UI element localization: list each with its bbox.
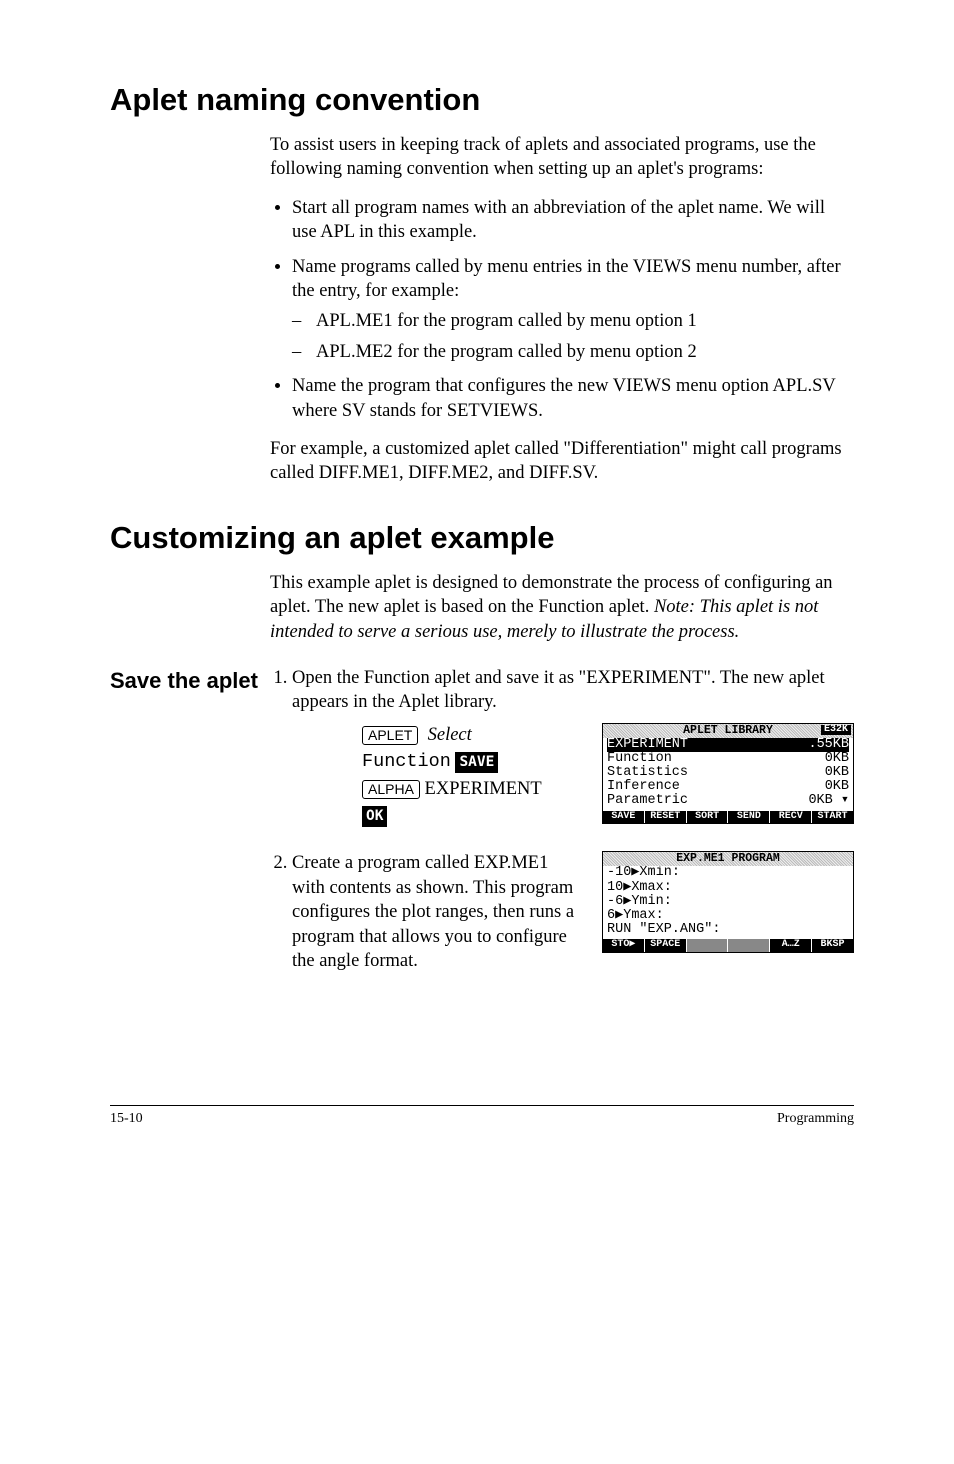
- bullet-2: Name programs called by menu entries in …: [292, 255, 854, 365]
- screen1-menu-5: START: [812, 811, 853, 824]
- screen1-row-0-r: .55KB: [808, 738, 849, 752]
- screen1-row-2-r: 0KB: [825, 766, 849, 780]
- screen1-row-3-l: Inference: [607, 780, 680, 794]
- screen1-menu-4: RECV: [770, 811, 812, 824]
- bullet-1: Start all program names with an abbrevia…: [292, 196, 854, 245]
- example-paragraph: For example, a customized aplet called "…: [270, 437, 854, 486]
- ok-softkey: OK: [362, 806, 387, 827]
- screen2-line-1: 10▶Xmax:: [607, 881, 849, 895]
- screen1-row-4: Parametric 0KB ▾: [607, 794, 849, 808]
- screen1-menu: SAVE RESET SORT SEND RECV START: [603, 811, 853, 824]
- screen1-menu-2: SORT: [687, 811, 729, 824]
- select-label: Select: [428, 725, 472, 745]
- screen1-row-2: Statistics 0KB: [607, 766, 849, 780]
- screen1-menu-1: RESET: [645, 811, 687, 824]
- screen1-row-1-l: Function: [607, 752, 672, 766]
- experiment-text: EXPERIMENT: [425, 779, 542, 799]
- footer-left: 15-10: [110, 1110, 143, 1128]
- page-footer: 15-10 Programming: [110, 1105, 854, 1128]
- screen2-menu-2: [687, 939, 729, 952]
- screen2-line-4: RUN "EXP.ANG":: [607, 923, 849, 937]
- customizing-intro: This example aplet is designed to demons…: [270, 571, 854, 644]
- footer-right: Programming: [777, 1110, 854, 1128]
- screen2-line-2: -6▶Ymin:: [607, 895, 849, 909]
- screen1-row-2-l: Statistics: [607, 766, 688, 780]
- function-text: Function: [362, 751, 451, 772]
- step-1-text: Open the Function aplet and save it as "…: [292, 668, 825, 712]
- step-1-keys: APLET Select Function SAVE ALPHA EXPERIM…: [362, 723, 584, 830]
- step-2-text: Create a program called EXP.ME1 with con…: [292, 851, 584, 973]
- screen2-menu-3: [728, 939, 770, 952]
- screen2-menu-4: A…Z: [770, 939, 812, 952]
- step-2: Create a program called EXP.ME1 with con…: [292, 851, 854, 973]
- screen1-row-4-r: 0KB ▾: [808, 794, 849, 808]
- naming-bullet-list: Start all program names with an abbrevia…: [270, 196, 854, 423]
- screen1-row-0: EXPERIMENT .55KB: [607, 738, 849, 752]
- screen1-title: APLET LIBRARY: [683, 724, 773, 737]
- screen2-line-0: -10▶Xmin:: [607, 866, 849, 880]
- screen1-row-0-l: EXPERIMENT: [607, 738, 688, 752]
- side-heading-save: Save the aplet: [110, 666, 270, 695]
- screen1-menu-3: SEND: [728, 811, 770, 824]
- screen1-row-1: Function 0KB: [607, 752, 849, 766]
- alpha-key: ALPHA: [362, 780, 420, 800]
- bullet-2a: APL.ME1 for the program called by menu o…: [316, 309, 854, 333]
- heading-customizing: Customizing an aplet example: [110, 518, 854, 559]
- step-1: Open the Function aplet and save it as "…: [292, 666, 854, 829]
- screen2-menu-1: SPACE: [645, 939, 687, 952]
- screen2-title: EXP.ME1 PROGRAM: [676, 852, 780, 865]
- intro-paragraph: To assist users in keeping track of aple…: [270, 133, 854, 182]
- screen2-line-3: 6▶Ymax:: [607, 909, 849, 923]
- program-screen: EXP.ME1 PROGRAM -10▶Xmin: 10▶Xmax: -6▶Ym…: [602, 851, 854, 952]
- screen1-mem: E32K: [821, 725, 851, 736]
- screen1-row-1-r: 0KB: [825, 752, 849, 766]
- aplet-library-screen: APLET LIBRARY E32K EXPERIMENT .55KB Functi…: [602, 723, 854, 824]
- bullet-2-text: Name programs called by menu entries in …: [292, 257, 841, 301]
- heading-aplet-naming: Aplet naming convention: [110, 80, 854, 121]
- bullet-3: Name the program that configures the new…: [292, 374, 854, 423]
- save-softkey: SAVE: [455, 752, 498, 773]
- screen2-menu-5: BKSP: [812, 939, 853, 952]
- screen1-row-3-r: 0KB: [825, 780, 849, 794]
- screen1-row-4-l: Parametric: [607, 794, 688, 808]
- screen2-menu: STO▶ SPACE A…Z BKSP: [603, 939, 853, 952]
- aplet-key: APLET: [362, 726, 418, 746]
- screen2-menu-0: STO▶: [603, 939, 645, 952]
- screen1-menu-0: SAVE: [603, 811, 645, 824]
- bullet-2b: APL.ME2 for the program called by menu o…: [316, 340, 854, 364]
- screen1-row-3: Inference 0KB: [607, 780, 849, 794]
